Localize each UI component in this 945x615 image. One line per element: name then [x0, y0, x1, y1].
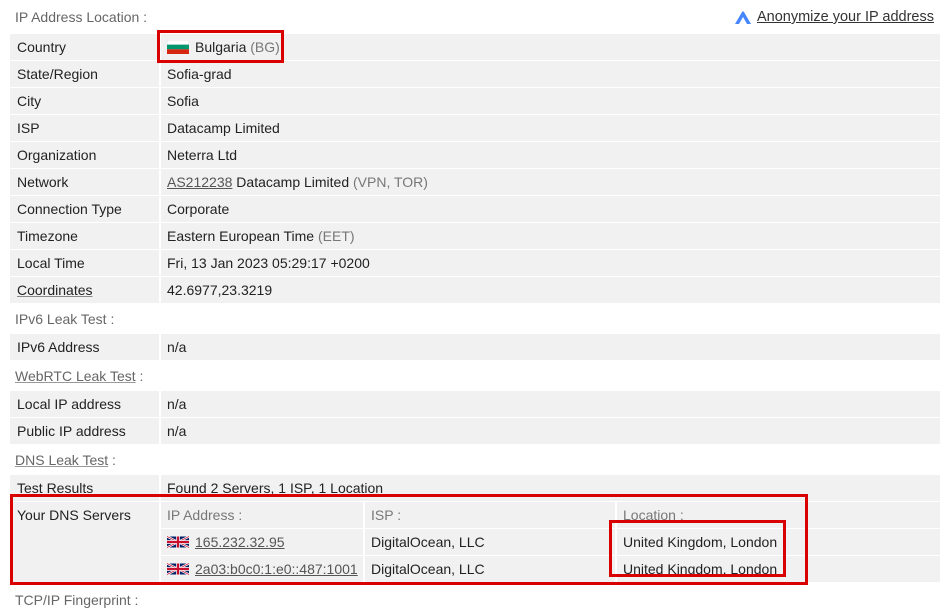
uk-flag-icon	[167, 535, 189, 549]
row-label: Timezone	[10, 223, 159, 249]
row-value: Corporate	[161, 196, 940, 222]
row-value: Fri, 13 Jan 2023 05:29:17 +0200	[161, 250, 940, 276]
row-public-ip: Public IP address n/a	[10, 418, 940, 444]
row-label: Organization	[10, 142, 159, 168]
section-ipv6: IPv6 Leak Test :	[10, 304, 940, 334]
dns-ip-cell: 2a03:b0c0:1:e0::487:1001	[161, 556, 363, 582]
table-row: 165.232.32.95 DigitalOcean, LLC United K…	[161, 529, 940, 555]
uk-flag-icon	[167, 562, 189, 576]
row-organization: Organization Neterra Ltd	[10, 142, 940, 168]
anonymize-link-text: Anonymize your IP address	[756, 9, 934, 25]
row-label: City	[10, 88, 159, 114]
row-isp: ISP Datacamp Limited	[10, 115, 940, 141]
timezone-abbr: (EET)	[317, 228, 355, 244]
row-value: Sofia	[161, 88, 940, 114]
row-label: State/Region	[10, 61, 159, 87]
row-value: n/a	[161, 334, 940, 360]
row-ipv6-address: IPv6 Address n/a	[10, 334, 940, 360]
row-label: Local Time	[10, 250, 159, 276]
country-name: Bulgaria	[195, 39, 247, 55]
section-dns: DNS Leak Test :	[10, 445, 940, 475]
country-code: (BG)	[250, 39, 280, 55]
row-label: Public IP address	[10, 418, 159, 444]
col-ip-header: IP Address :	[161, 502, 363, 528]
section-title-suffix: :	[108, 452, 116, 468]
dns-ip-link[interactable]: 165.232.32.95	[195, 534, 285, 550]
webrtc-title-link[interactable]: WebRTC Leak Test	[15, 368, 136, 384]
section-title: IP Address Location :	[15, 9, 148, 25]
col-isp-header: ISP :	[365, 502, 615, 528]
row-value: n/a	[161, 391, 940, 417]
row-value: Sofia-grad	[161, 61, 940, 87]
row-value: Eastern European Time (EET)	[161, 223, 940, 249]
row-label: Connection Type	[10, 196, 159, 222]
row-label: IPv6 Address	[10, 334, 159, 360]
row-local-time: Local Time Fri, 13 Jan 2023 05:29:17 +02…	[10, 250, 940, 276]
dns-isp-cell: DigitalOcean, LLC	[365, 556, 615, 582]
table-row: 2a03:b0c0:1:e0::487:1001 DigitalOcean, L…	[161, 556, 940, 582]
dns-title-link[interactable]: DNS Leak Test	[15, 452, 108, 468]
row-city: City Sofia	[10, 88, 940, 114]
section-webrtc: WebRTC Leak Test :	[10, 361, 940, 391]
section-ip-location: IP Address Location : Anonymize your IP …	[10, 0, 940, 34]
dns-location-cell: United Kingdom, London	[617, 556, 940, 582]
asn-link[interactable]: AS212238	[167, 174, 232, 190]
row-test-results: Test Results Found 2 Servers, 1 ISP, 1 L…	[10, 475, 940, 501]
coordinates-label[interactable]: Coordinates	[17, 282, 93, 298]
row-label: Network	[10, 169, 159, 195]
dns-servers-table: IP Address : ISP : Location : 165.232.32…	[161, 502, 940, 583]
timezone-name: Eastern European Time	[167, 228, 315, 244]
network-flags: (VPN, TOR)	[353, 174, 428, 190]
section-title-suffix: :	[135, 368, 144, 384]
row-value: n/a	[161, 418, 940, 444]
col-location-header: Location :	[617, 502, 940, 528]
vpn-logo-icon	[734, 11, 751, 25]
row-label: Test Results	[10, 475, 159, 501]
row-network: Network AS212238 Datacamp Limited (VPN, …	[10, 169, 940, 195]
dns-servers-block: Your DNS Servers IP Address : ISP : Loca…	[10, 502, 940, 583]
dns-isp-cell: DigitalOcean, LLC	[365, 529, 615, 555]
row-label: Local IP address	[10, 391, 159, 417]
row-connection-type: Connection Type Corporate	[10, 196, 940, 222]
section-title: TCP/IP Fingerprint :	[15, 592, 139, 608]
row-value: AS212238 Datacamp Limited (VPN, TOR)	[161, 169, 940, 195]
row-value: 42.6977,23.3219	[161, 277, 940, 303]
row-value: Datacamp Limited	[161, 115, 940, 141]
row-coordinates: Coordinates 42.6977,23.3219	[10, 277, 940, 303]
anonymize-ip-link[interactable]: Anonymize your IP address	[733, 0, 934, 34]
dns-location-cell: United Kingdom, London	[617, 529, 940, 555]
table-header: IP Address : ISP : Location :	[161, 502, 940, 528]
row-label[interactable]: Coordinates	[10, 277, 159, 303]
dns-ip-cell: 165.232.32.95	[161, 529, 363, 555]
bulgaria-flag-icon	[167, 40, 189, 54]
row-value: Bulgaria (BG)	[161, 34, 940, 60]
dns-ip-link[interactable]: 2a03:b0c0:1:e0::487:1001	[195, 561, 358, 577]
network-name: Datacamp Limited	[236, 174, 350, 190]
section-title: IPv6 Leak Test :	[15, 311, 115, 327]
row-label: Country	[10, 34, 159, 60]
ip-info-panel: IP Address Location : Anonymize your IP …	[10, 0, 940, 615]
row-state: State/Region Sofia-grad	[10, 61, 940, 87]
row-value: Found 2 Servers, 1 ISP, 1 Location	[161, 475, 940, 501]
row-timezone: Timezone Eastern European Time (EET)	[10, 223, 940, 249]
row-country: Country Bulgaria (BG)	[10, 34, 940, 60]
row-value: Neterra Ltd	[161, 142, 940, 168]
row-label: Your DNS Servers	[10, 502, 159, 582]
row-local-ip: Local IP address n/a	[10, 391, 940, 417]
section-tcp-ip-fingerprint: TCP/IP Fingerprint :	[10, 585, 940, 615]
row-label: ISP	[10, 115, 159, 141]
